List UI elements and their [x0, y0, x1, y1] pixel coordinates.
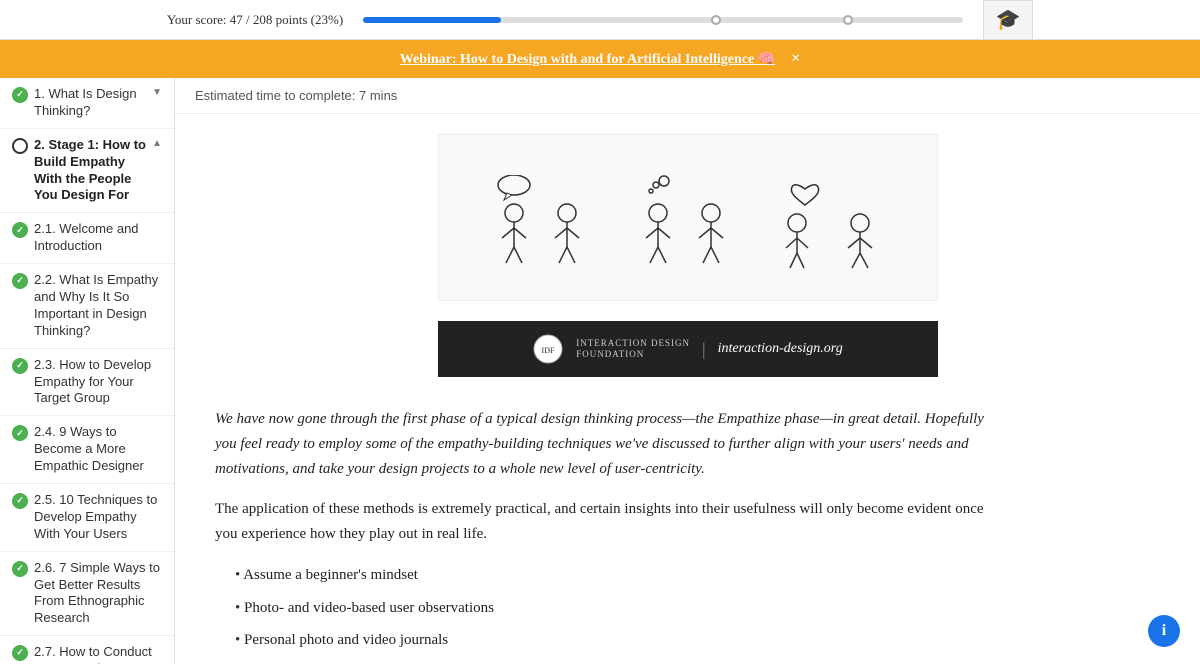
chevron-down-icon-1: ▼: [152, 86, 162, 99]
main-layout: 1. What Is Design Thinking? ▼ 2. Stage 1…: [0, 78, 1200, 664]
check-icon-2-3: [12, 358, 28, 374]
foundation-logo-icon: IDF: [532, 333, 564, 365]
article-paragraph-2: The application of these methods is extr…: [215, 497, 995, 547]
sidebar-item-1-label: 1. What Is Design Thinking?: [34, 86, 146, 120]
check-icon-2-5: [12, 493, 28, 509]
person-figure-1: [492, 175, 537, 270]
sidebar-item-2-7-label: 2.7. How to Conduct User Interviews: [34, 644, 162, 664]
sidebar-item-1[interactable]: 1. What Is Design Thinking? ▼: [0, 78, 174, 129]
person-figure-5: [780, 175, 830, 270]
progress-dot-1: [711, 15, 721, 25]
figure-group-3: [780, 175, 883, 270]
circle-icon-2: [12, 138, 28, 154]
estimated-time: Estimated time to complete: 7 mins: [175, 78, 1200, 114]
sidebar-item-2-5[interactable]: 2.5. 10 Techniques to Develop Empathy Wi…: [0, 484, 174, 552]
person-figure-2: [545, 175, 590, 270]
foundation-bar: IDF INTERACTION DESIGNFOUNDATION | inter…: [438, 321, 938, 377]
hero-figures-container: [459, 155, 917, 280]
foundation-label: INTERACTION DESIGNFOUNDATION: [576, 338, 690, 360]
check-icon-1: [12, 87, 28, 103]
sidebar-item-2-7[interactable]: 2.7. How to Conduct User Interviews: [0, 636, 174, 664]
check-icon-2-6: [12, 561, 28, 577]
figure-group-1: [492, 175, 590, 270]
sidebar: 1. What Is Design Thinking? ▼ 2. Stage 1…: [0, 78, 175, 664]
webinar-link[interactable]: Webinar: How to Design with and for Arti…: [400, 51, 775, 68]
sidebar-item-2-4[interactable]: 2.4. 9 Ways to Become a More Empathic De…: [0, 416, 174, 484]
webinar-banner: Webinar: How to Design with and for Arti…: [0, 40, 1200, 78]
progress-bar-container: [363, 17, 963, 23]
check-icon-2-2: [12, 273, 28, 289]
person-figure-6: [838, 175, 883, 270]
figure-group-2: [636, 175, 734, 270]
banner-close-button[interactable]: ×: [791, 50, 800, 68]
sidebar-item-2-3[interactable]: 2.3. How to Develop Empathy for Your Tar…: [0, 349, 174, 417]
check-icon-2-1: [12, 222, 28, 238]
sidebar-item-2-4-label: 2.4. 9 Ways to Become a More Empathic De…: [34, 424, 162, 475]
sidebar-item-2-3-label: 2.3. How to Develop Empathy for Your Tar…: [34, 357, 162, 408]
info-button[interactable]: i: [1148, 615, 1180, 647]
foundation-text: INTERACTION DESIGNFOUNDATION: [576, 338, 690, 360]
sidebar-item-2-1-label: 2.1. Welcome and Introduction: [34, 221, 162, 255]
article-paragraph-1: We have now gone through the first phase…: [215, 407, 995, 481]
bullet-item-3: Personal photo and video journals: [235, 628, 995, 653]
sidebar-item-2-2[interactable]: 2.2. What Is Empathy and Why Is It So Im…: [0, 264, 174, 349]
svg-text:IDF: IDF: [542, 346, 555, 355]
article-body: We have now gone through the first phase…: [175, 397, 1035, 664]
sidebar-item-2-5-label: 2.5. 10 Techniques to Develop Empathy Wi…: [34, 492, 162, 543]
sidebar-item-2-1[interactable]: 2.1. Welcome and Introduction: [0, 213, 174, 264]
sidebar-item-2-6-label: 2.6. 7 Simple Ways to Get Better Results…: [34, 560, 162, 628]
bullet-list: Assume a beginner's mindset Photo- and v…: [235, 563, 995, 653]
hero-illustration: [438, 134, 938, 301]
person-figure-4: [689, 175, 734, 270]
foundation-url: interaction-design.org: [718, 341, 843, 357]
check-icon-2-4: [12, 425, 28, 441]
bullet-item-2: Photo- and video-based user observations: [235, 596, 995, 621]
sidebar-item-2-6[interactable]: 2.6. 7 Simple Ways to Get Better Results…: [0, 552, 174, 637]
top-progress-bar: Your score: 47 / 208 points (23%) 🎓: [0, 0, 1200, 40]
person-figure-3: [636, 175, 681, 270]
content-area: Estimated time to complete: 7 mins: [175, 78, 1200, 664]
sidebar-item-2-header[interactable]: 2. Stage 1: How to Build Empathy With th…: [0, 129, 174, 214]
sidebar-item-2-2-label: 2.2. What Is Empathy and Why Is It So Im…: [34, 272, 162, 340]
chevron-up-icon-2: ▲: [152, 137, 162, 150]
bullet-item-1: Assume a beginner's mindset: [235, 563, 995, 588]
sidebar-item-2-label: 2. Stage 1: How to Build Empathy With th…: [34, 137, 146, 205]
foundation-divider: |: [702, 339, 706, 360]
progress-bar-fill: [363, 17, 501, 23]
check-icon-2-7: [12, 645, 28, 661]
progress-dot-2: [843, 15, 853, 25]
certificate-thumbnail[interactable]: 🎓: [983, 0, 1033, 40]
score-text: Your score: 47 / 208 points (23%): [167, 12, 343, 28]
